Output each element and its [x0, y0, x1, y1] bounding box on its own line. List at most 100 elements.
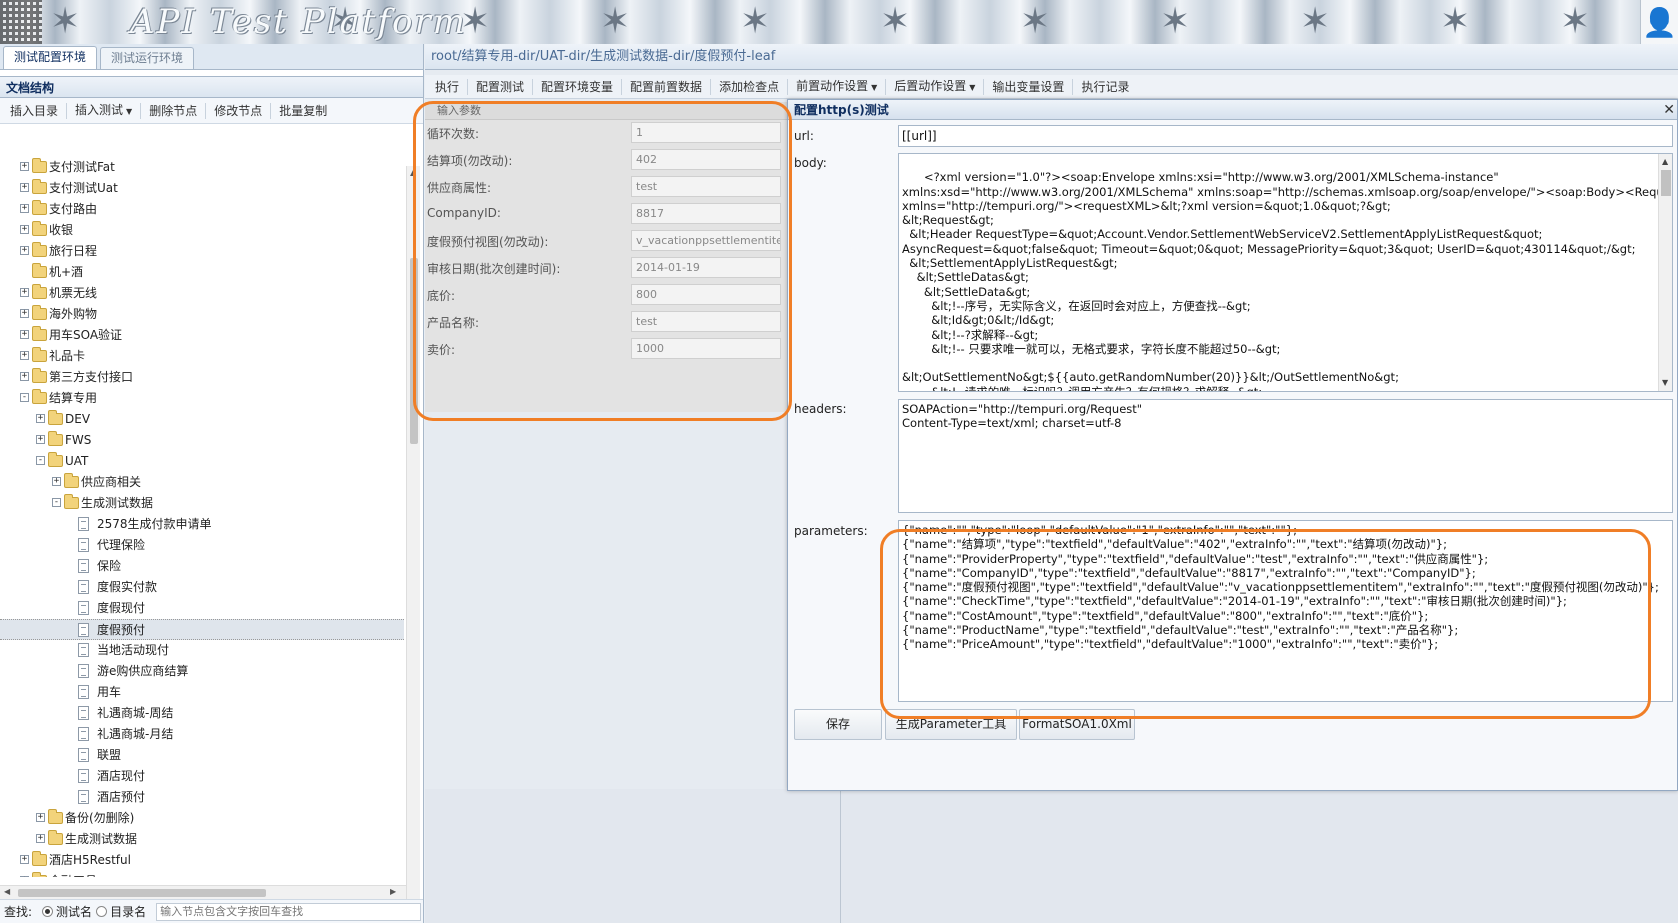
- post-action-menu[interactable]: 后置动作设置 ▼: [886, 74, 983, 100]
- output-vars-button[interactable]: 输出变量设置: [984, 75, 1072, 99]
- form-field-input[interactable]: 8817: [631, 203, 781, 224]
- tree-leaf-node[interactable]: 度假预付: [0, 619, 404, 640]
- tree-folder-node[interactable]: + 酒店H5Restful: [0, 850, 404, 871]
- add-checkpoint-button[interactable]: 添加检查点: [711, 75, 787, 99]
- form-field-input[interactable]: 1: [631, 122, 781, 143]
- tree-leaf-node[interactable]: 保险: [0, 556, 404, 577]
- expand-icon[interactable]: +: [36, 435, 45, 444]
- pre-action-menu[interactable]: 前置动作设置 ▼: [788, 74, 885, 100]
- tree-leaf-node[interactable]: 酒店现付: [0, 766, 404, 787]
- tree-folder-node[interactable]: - UAT: [0, 451, 404, 472]
- headers-field[interactable]: SOAPAction="http://tempuri.org/Request" …: [898, 399, 1673, 513]
- tree-vertical-scrollbar[interactable]: ▲ ▼: [406, 166, 420, 922]
- form-field-input[interactable]: test: [631, 176, 781, 197]
- expand-icon[interactable]: +: [20, 372, 29, 381]
- scroll-thumb[interactable]: [1661, 170, 1671, 196]
- batch-copy-button[interactable]: 批量复制: [271, 99, 335, 123]
- tree-folder-node[interactable]: + 海外购物: [0, 304, 404, 325]
- close-icon[interactable]: ✕: [1663, 100, 1675, 120]
- form-field-input[interactable]: v_vacationppsettlementitem: [631, 230, 781, 251]
- tree-folder-node[interactable]: + 支付测试Uat: [0, 178, 404, 199]
- form-field-input[interactable]: 1000: [631, 338, 781, 359]
- scroll-down-icon[interactable]: ▼: [1662, 376, 1668, 390]
- tab-test-run-env[interactable]: 测试运行环境: [100, 47, 195, 69]
- tree-folder-node[interactable]: + 供应商相关: [0, 472, 404, 493]
- expand-icon[interactable]: +: [20, 204, 29, 213]
- scroll-thumb[interactable]: [18, 889, 266, 897]
- expand-icon[interactable]: +: [36, 813, 45, 822]
- config-test-button[interactable]: 配置测试: [468, 75, 532, 99]
- expand-icon[interactable]: +: [20, 288, 29, 297]
- user-icon[interactable]: 👤: [1640, 0, 1678, 44]
- tree-folder-node[interactable]: + DEV: [0, 409, 404, 430]
- expand-icon[interactable]: +: [36, 834, 45, 843]
- tree-folder-node[interactable]: + 第三方支付接口: [0, 367, 404, 388]
- tree-folder-node[interactable]: + FWS: [0, 430, 404, 451]
- scroll-left-icon[interactable]: ◀: [4, 887, 10, 896]
- radio-test-name[interactable]: [42, 906, 54, 917]
- tree-horizontal-scrollbar[interactable]: ◀ ▶: [0, 885, 406, 899]
- tree-leaf-node[interactable]: 度假实付款: [0, 577, 404, 598]
- format-soa-xml-button[interactable]: FormatSOA1.0Xml: [1019, 709, 1135, 740]
- expand-icon[interactable]: +: [20, 162, 29, 171]
- scroll-right-icon[interactable]: ▶: [390, 887, 396, 896]
- tree-leaf-node[interactable]: 代理保险: [0, 535, 404, 556]
- tree-folder-node[interactable]: 机+酒: [0, 262, 404, 283]
- expand-icon[interactable]: +: [20, 309, 29, 318]
- tree-folder-node[interactable]: - 生成测试数据: [0, 493, 404, 514]
- insert-dir-button[interactable]: 插入目录: [2, 99, 66, 123]
- tree-folder-node[interactable]: + 支付路由: [0, 199, 404, 220]
- expand-icon[interactable]: +: [20, 225, 29, 234]
- tree-folder-node[interactable]: + 备份(勿删除): [0, 808, 404, 829]
- tree-folder-node[interactable]: + 收银: [0, 220, 404, 241]
- tree-folder-node[interactable]: + 生成测试数据: [0, 829, 404, 850]
- tree-leaf-node[interactable]: 联盟: [0, 745, 404, 766]
- body-scrollbar[interactable]: ▲ ▼: [1658, 154, 1672, 391]
- tree-folder-node[interactable]: + 礼品卡: [0, 346, 404, 367]
- tree-leaf-node[interactable]: 当地活动现付: [0, 640, 404, 661]
- scroll-up-icon[interactable]: ▲: [410, 168, 416, 177]
- generate-parameter-tool-button[interactable]: 生成Parameter工具: [885, 709, 1017, 740]
- config-pre-data-button[interactable]: 配置前置数据: [622, 75, 710, 99]
- tree-folder-node[interactable]: - 结算专用: [0, 388, 404, 409]
- scroll-thumb[interactable]: [410, 258, 418, 444]
- save-button[interactable]: 保存: [794, 709, 882, 740]
- body-field[interactable]: <?xml version="1.0"?><soap:Envelope xmln…: [898, 153, 1673, 392]
- collapse-icon[interactable]: -: [52, 498, 61, 507]
- edit-node-button[interactable]: 修改节点: [206, 99, 270, 123]
- expand-icon[interactable]: +: [52, 477, 61, 486]
- url-field[interactable]: [[url]]: [898, 125, 1673, 147]
- tree-leaf-node[interactable]: 2578生成付款申请单: [0, 514, 404, 535]
- tree-folder-node[interactable]: + 机票无线: [0, 283, 404, 304]
- form-field-input[interactable]: test: [631, 311, 781, 332]
- tree-folder-node[interactable]: + 旅行日程: [0, 241, 404, 262]
- tree-leaf-node[interactable]: 礼遇商城-周结: [0, 703, 404, 724]
- tab-test-config-env[interactable]: 测试配置环境: [3, 46, 98, 69]
- parameters-field[interactable]: {"name":"","type":"loop","defaultValue":…: [898, 520, 1673, 702]
- expand-icon[interactable]: +: [20, 330, 29, 339]
- insert-test-button[interactable]: 插入测试 ▼: [67, 98, 140, 124]
- tree-folder-node[interactable]: + 金融工具: [0, 871, 404, 877]
- tree-leaf-node[interactable]: 用车: [0, 682, 404, 703]
- expand-icon[interactable]: +: [20, 246, 29, 255]
- exec-log-button[interactable]: 执行记录: [1073, 75, 1137, 99]
- expand-icon[interactable]: +: [20, 351, 29, 360]
- tree-leaf-node[interactable]: 度假现付: [0, 598, 404, 619]
- expand-icon[interactable]: +: [20, 183, 29, 192]
- tree-leaf-node[interactable]: 游e购供应商结算: [0, 661, 404, 682]
- delete-node-button[interactable]: 删除节点: [141, 99, 205, 123]
- config-env-vars-button[interactable]: 配置环境变量: [533, 75, 621, 99]
- form-field-input[interactable]: 800: [631, 284, 781, 305]
- radio-dir-name[interactable]: [96, 906, 108, 917]
- form-field-input[interactable]: 402: [631, 149, 781, 170]
- scroll-up-icon[interactable]: ▲: [1662, 155, 1668, 169]
- tree-leaf-node[interactable]: 酒店预付: [0, 787, 404, 808]
- expand-icon[interactable]: +: [36, 414, 45, 423]
- collapse-icon[interactable]: -: [36, 456, 45, 465]
- expand-icon[interactable]: +: [20, 876, 29, 877]
- tree-leaf-node[interactable]: 礼遇商城-月结: [0, 724, 404, 745]
- form-field-input[interactable]: 2014-01-19: [631, 257, 781, 278]
- collapse-icon[interactable]: -: [20, 393, 29, 402]
- expand-icon[interactable]: +: [20, 855, 29, 864]
- tree-folder-node[interactable]: + 用车SOA验证: [0, 325, 404, 346]
